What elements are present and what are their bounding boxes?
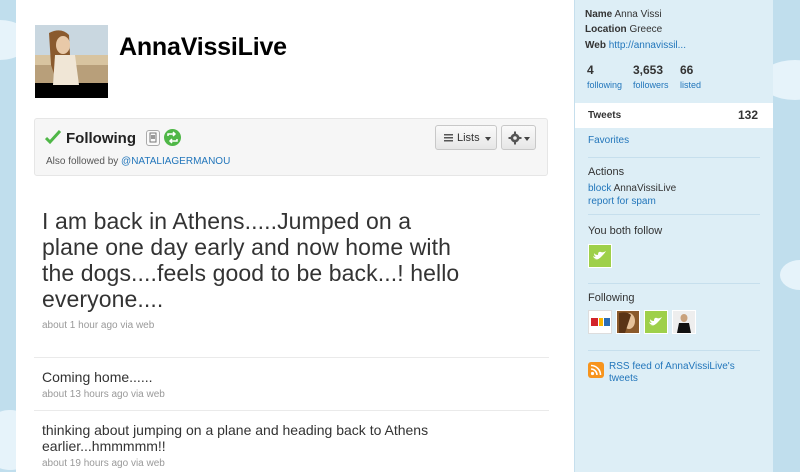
report-spam-link[interactable]: report for spam (588, 196, 656, 207)
block-user: AnnaVissiLive (613, 183, 677, 194)
name-label: Name (585, 9, 613, 20)
following-avatar[interactable] (644, 310, 668, 334)
favorites-link[interactable]: Favorites (588, 135, 629, 146)
followers-stat-label[interactable]: followers (633, 80, 669, 90)
list-icon (444, 134, 453, 142)
following-status-label: Following (66, 130, 136, 147)
profile-screen-name: AnnaVissiLive (119, 33, 287, 61)
latest-tweet-text: I am back in Athens.....Jumped on a plan… (42, 208, 460, 312)
location-label: Location (585, 24, 627, 35)
follow-status-box: Following Also followed by @NATALIAGERMA… (34, 118, 548, 176)
block-link[interactable]: block (588, 183, 611, 194)
divider (588, 283, 760, 284)
also-followed-by: Also followed by @NATALIAGERMANOU (46, 156, 230, 167)
following-avatar[interactable] (672, 310, 696, 334)
profile-web-row: Web http://annavissil... (585, 40, 686, 51)
following-avatar[interactable] (588, 310, 612, 334)
tweets-tab[interactable]: Tweets 132 (575, 103, 773, 128)
also-followed-user-link[interactable]: @NATALIAGERMANOU (121, 156, 230, 167)
actions-menu-button[interactable] (501, 125, 536, 150)
location-value: Greece (629, 24, 663, 35)
also-followed-prefix: Also followed by (46, 156, 122, 167)
listed-stat-label[interactable]: listed (680, 80, 701, 90)
tweets-tab-label: Tweets (588, 110, 622, 121)
following-stat-label[interactable]: following (587, 80, 622, 90)
tweet-meta[interactable]: about 19 hours ago via web (42, 458, 165, 469)
divider (588, 350, 760, 351)
profile-location-row: Location Greece (585, 24, 662, 35)
tweet-text: thinking about jumping on a plane and he… (42, 422, 429, 454)
web-label: Web (585, 40, 606, 51)
name-value: Anna Vissi (614, 9, 662, 20)
listed-count[interactable]: 66 (680, 63, 693, 77)
rss-icon[interactable] (588, 362, 604, 378)
gear-icon (508, 131, 522, 145)
latest-tweet-meta[interactable]: about 1 hour ago via web (42, 320, 154, 331)
block-row: block AnnaVissiLive (588, 183, 676, 194)
profile-name-row: Name Anna Vissi (585, 9, 662, 20)
lists-button-label: Lists (457, 132, 480, 144)
tweet-meta[interactable]: about 13 hours ago via web (42, 389, 165, 400)
profile-sidebar: Name Anna Vissi Location Greece Web http… (574, 0, 773, 472)
mutual-follow-avatar[interactable] (588, 244, 612, 268)
divider (34, 410, 549, 411)
following-avatar[interactable] (616, 310, 640, 334)
background-cloud (780, 260, 800, 290)
chevron-down-icon (485, 137, 491, 141)
followers-count[interactable]: 3,653 (633, 63, 663, 77)
chevron-down-icon (524, 137, 530, 141)
device-updates-icon[interactable] (146, 130, 160, 146)
divider (588, 214, 760, 215)
retweet-toggle-icon[interactable] (164, 129, 181, 146)
lists-button[interactable]: Lists (435, 125, 497, 150)
checkmark-icon (45, 129, 61, 145)
tweet-text: Coming home...... (42, 369, 153, 385)
divider (588, 157, 760, 158)
following-heading: Following (588, 292, 635, 304)
actions-heading: Actions (588, 166, 625, 178)
divider (34, 357, 549, 358)
web-link[interactable]: http://annavissil... (609, 40, 686, 51)
main-content: AnnaVissiLive Following Also followed by… (16, 0, 574, 472)
you-both-follow-heading: You both follow (588, 225, 663, 237)
following-count[interactable]: 4 (587, 63, 594, 77)
tweets-count: 132 (737, 108, 758, 122)
rss-feed-link[interactable]: RSS feed of AnnaVissiLive's tweets (609, 361, 759, 385)
profile-avatar[interactable] (35, 25, 108, 98)
